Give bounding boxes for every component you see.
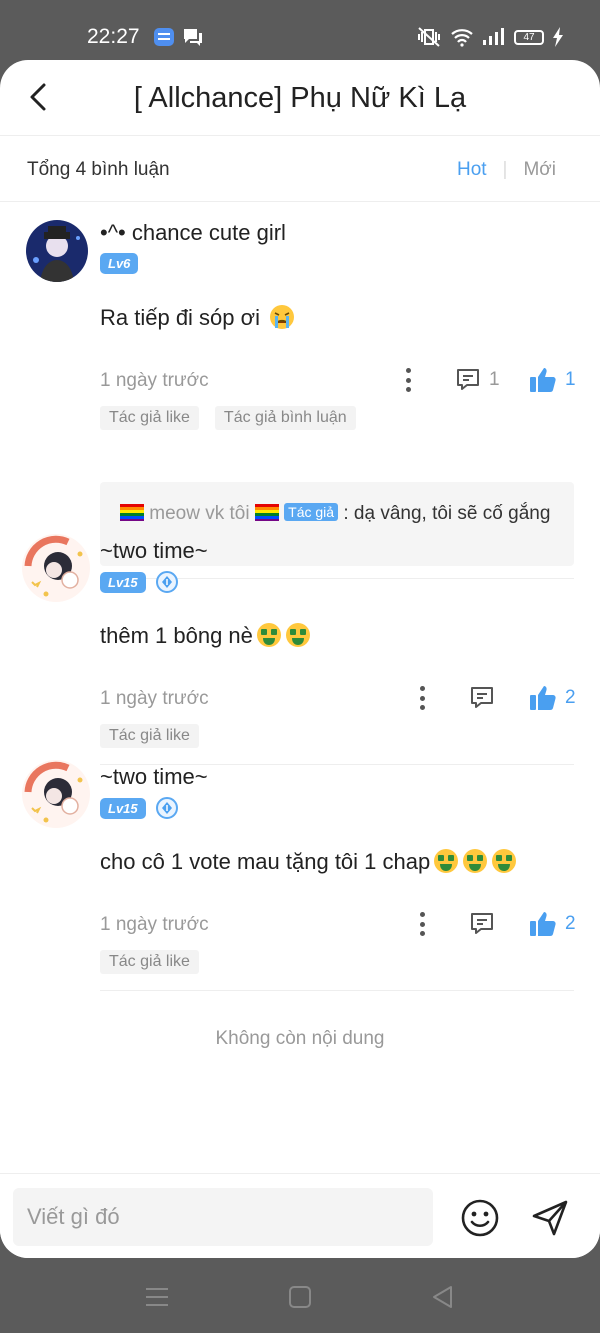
- avatar[interactable]: [20, 758, 92, 830]
- like-count: 2: [565, 687, 576, 708]
- send-button[interactable]: [530, 1198, 570, 1238]
- avatar[interactable]: [26, 220, 88, 282]
- page-title: [ Allchance] Phụ Nữ Kì Lạ: [133, 82, 467, 114]
- comments-subbar: Tổng 4 bình luận Hot | Mới: [0, 136, 600, 202]
- battery-indicator: 47: [514, 29, 544, 45]
- comment-time: 1 ngày trước: [100, 688, 209, 709]
- author-reply-tag: Tác giả bình luận: [214, 406, 356, 430]
- reply-author-name: meow vk tôi: [149, 503, 250, 524]
- author-like-tag: Tác giả like: [100, 406, 199, 430]
- end-of-list-text: Không còn nội dung: [215, 1028, 385, 1049]
- username[interactable]: •^• chance cute girl: [100, 220, 286, 246]
- like-button[interactable]: 2: [529, 685, 576, 711]
- like-count: 1: [565, 369, 576, 390]
- signal-icon: [483, 28, 504, 45]
- more-options-button[interactable]: [402, 368, 414, 392]
- comment-input[interactable]: [13, 1188, 433, 1246]
- author-badge: Tác giả: [284, 503, 339, 521]
- more-options-button[interactable]: [416, 912, 428, 936]
- level-badge: Lv6: [100, 253, 139, 274]
- message-notification-icon: [184, 29, 202, 46]
- smiley-icon: [461, 1199, 499, 1237]
- avatar[interactable]: [20, 532, 92, 604]
- thumbs-up-icon: [530, 368, 556, 392]
- rainbow-flag-icon: [120, 504, 144, 521]
- comment-divider: [100, 990, 574, 991]
- username[interactable]: ~two time~: [100, 764, 208, 790]
- money-mouth-face-emoji-icon: [434, 849, 459, 873]
- sort-separator: |: [502, 159, 508, 180]
- comment-time: 1 ngày trước: [100, 914, 209, 935]
- author-like-tag: Tác giả like: [100, 724, 199, 748]
- author-tags: Tác giả like: [100, 724, 199, 748]
- author-tags: Tác giả like Tác giả bình luận: [100, 406, 356, 430]
- sort-new-tab[interactable]: Mới: [523, 159, 556, 181]
- system-nav-bar: [0, 1258, 600, 1333]
- money-mouth-face-emoji-icon: [285, 623, 310, 647]
- comment-bubble-icon: [471, 687, 493, 708]
- thumbs-up-icon: [530, 686, 556, 710]
- back-nav-icon[interactable]: [430, 1284, 456, 1310]
- comments-sheet: [ Allchance] Phụ Nữ Kì Lạ Tổng 4 bình lu…: [0, 60, 600, 1258]
- author-like-tag: Tác giả like: [100, 950, 199, 974]
- medal-icon: [155, 797, 178, 819]
- sort-toggle: Hot | Mới: [457, 159, 556, 181]
- comment-composer: [0, 1173, 600, 1258]
- emoji-button[interactable]: [460, 1198, 500, 1238]
- reply-button[interactable]: 1: [455, 367, 500, 393]
- comment-time: 1 ngày trước: [100, 370, 209, 391]
- reply-button[interactable]: [469, 685, 495, 711]
- app-notification-icon: [154, 28, 174, 46]
- reply-button[interactable]: [469, 911, 495, 937]
- comment-body: thêm 1 bông nè: [100, 623, 253, 648]
- charging-icon: [553, 27, 563, 47]
- status-time: 22:27: [87, 25, 140, 48]
- level-badge: Lv15: [100, 571, 146, 593]
- comment-total: Tổng 4 bình luận: [27, 159, 170, 180]
- comment-text: cho cô 1 vote mau tặng tôi 1 chap: [100, 848, 517, 875]
- comment-body: cho cô 1 vote mau tặng tôi 1 chap: [100, 849, 431, 874]
- header: [ Allchance] Phụ Nữ Kì Lạ: [0, 60, 600, 136]
- wifi-icon: [451, 29, 473, 47]
- menu-nav-icon[interactable]: [144, 1284, 170, 1310]
- money-mouth-face-emoji-icon: [256, 623, 281, 647]
- comment-bubble-icon: [471, 913, 493, 934]
- avatar-image: [26, 220, 88, 282]
- avatar-image: [22, 534, 90, 602]
- comment-bubble-icon: [457, 369, 479, 390]
- money-mouth-face-emoji-icon: [463, 849, 488, 873]
- status-bar: 22:27 47: [0, 0, 600, 60]
- avatar-image: [22, 760, 90, 828]
- reply-count: 1: [489, 369, 500, 390]
- comment-body: Ra tiếp đi sóp ơi: [100, 305, 260, 330]
- home-nav-icon[interactable]: [287, 1284, 313, 1310]
- money-mouth-face-emoji-icon: [492, 849, 517, 873]
- send-icon: [532, 1200, 568, 1236]
- comment-text: thêm 1 bông nè: [100, 622, 311, 649]
- like-count: 2: [565, 913, 576, 934]
- user-badges: Lv15: [100, 571, 178, 593]
- rainbow-flag-icon: [254, 504, 279, 521]
- like-button[interactable]: 2: [529, 911, 576, 937]
- comment-text: Ra tiếp đi sóp ơi: [100, 304, 295, 331]
- username[interactable]: ~two time~: [100, 538, 208, 564]
- level-badge: Lv15: [100, 797, 146, 819]
- author-tags: Tác giả like: [100, 950, 199, 974]
- mute-vibrate-icon: [418, 27, 440, 47]
- reply-text: : dạ vâng, tôi sẽ cố gắng: [343, 503, 551, 524]
- user-badges: Lv6: [100, 253, 139, 274]
- more-options-button[interactable]: [416, 686, 428, 710]
- user-badges: Lv15: [100, 797, 178, 819]
- like-button[interactable]: 1: [529, 367, 576, 393]
- sort-hot-tab[interactable]: Hot: [457, 159, 487, 181]
- thumbs-up-icon: [530, 912, 556, 936]
- crying-face-emoji-icon: [270, 305, 295, 329]
- status-right: 47: [416, 26, 564, 48]
- medal-icon: [155, 571, 178, 593]
